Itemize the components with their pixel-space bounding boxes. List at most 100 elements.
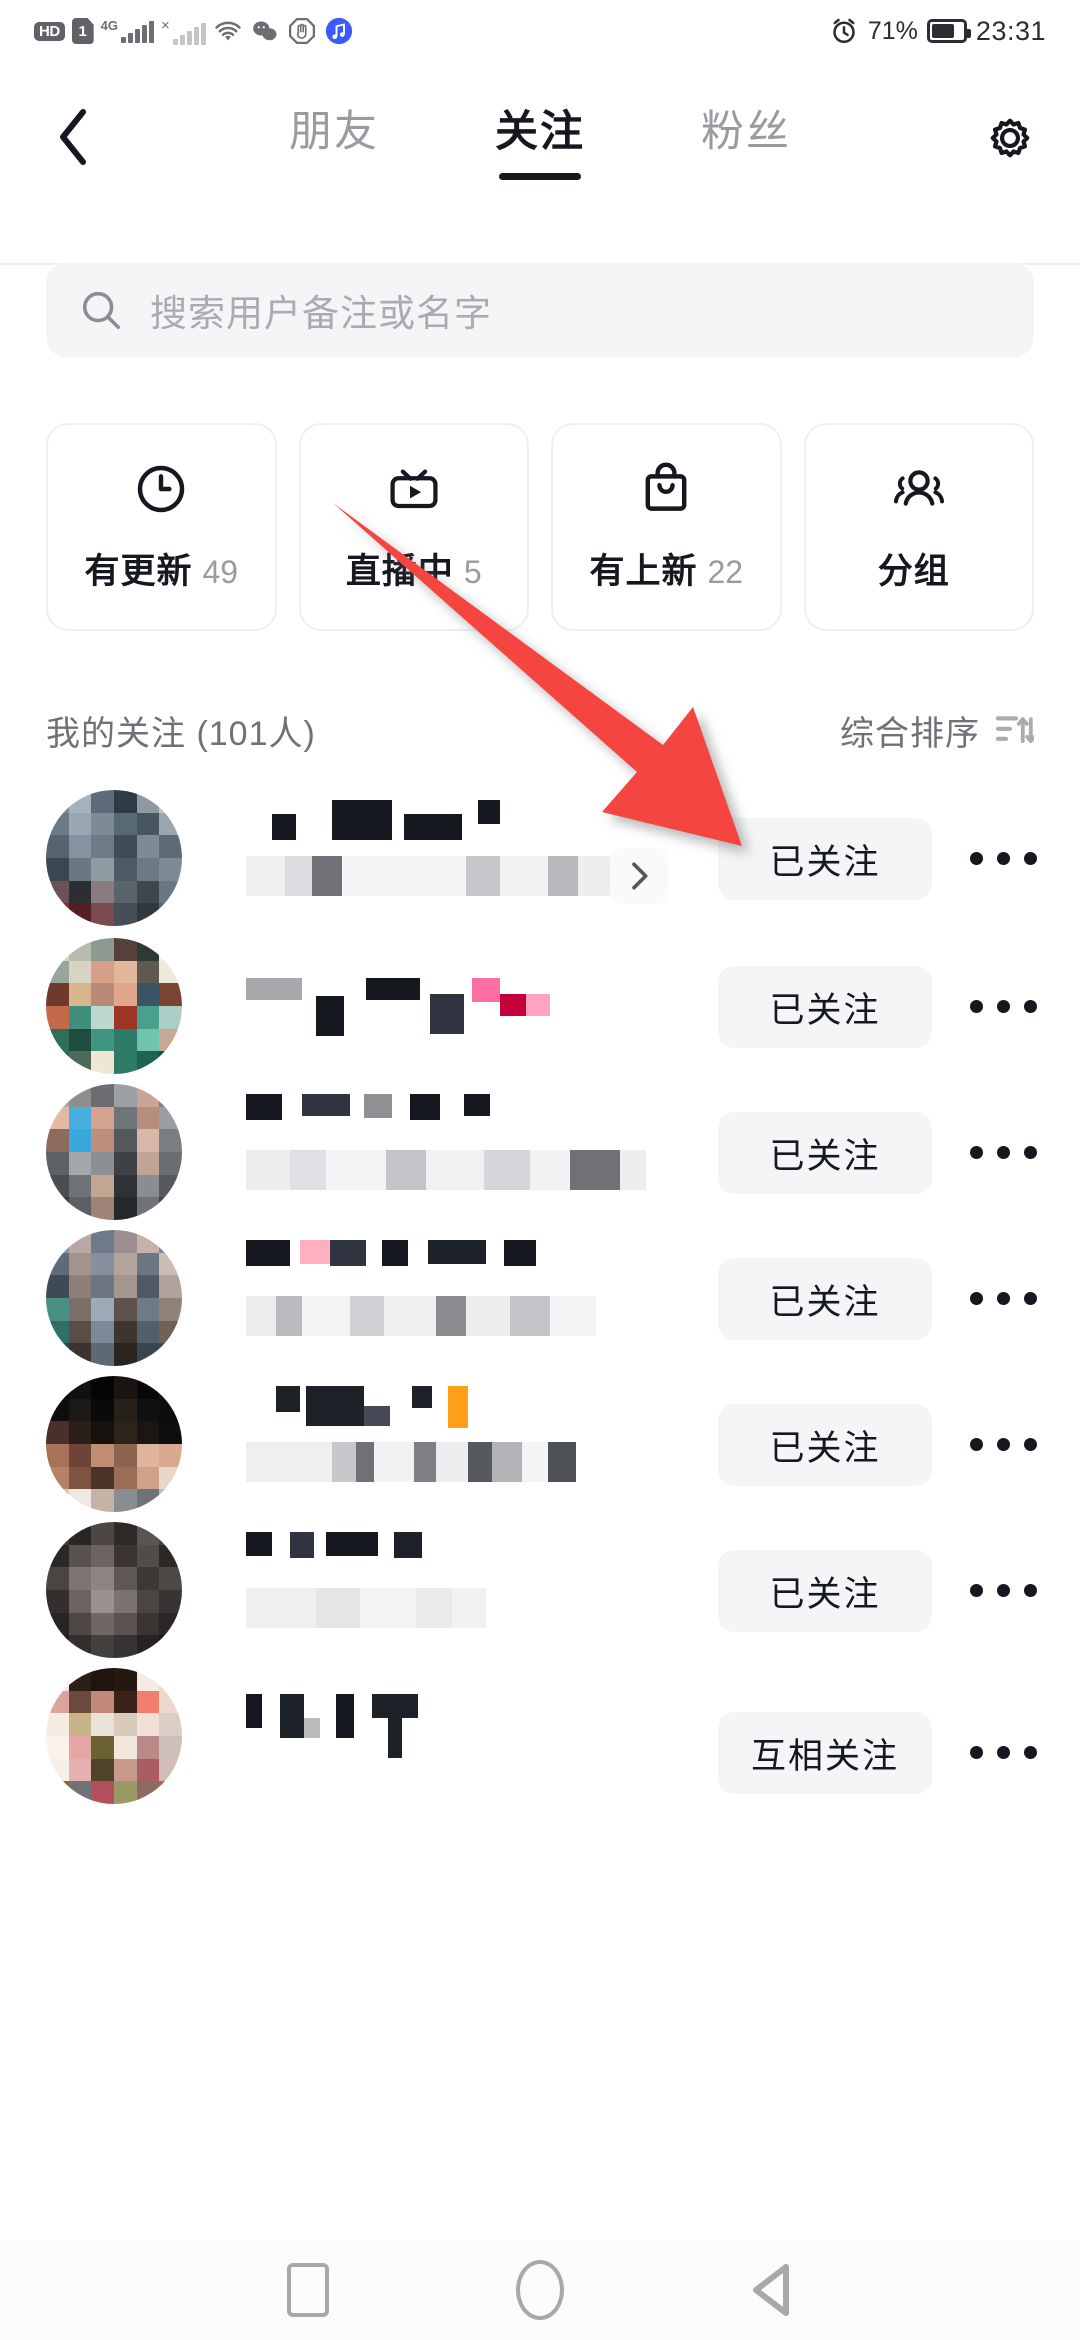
hd-icon: HD (34, 21, 65, 41)
recents-button[interactable] (272, 2254, 344, 2326)
table-row[interactable]: 已关注 (0, 786, 1080, 934)
row-text (246, 1532, 716, 1628)
sim-card-icon: 1 (71, 18, 94, 44)
battery-icon (926, 19, 971, 43)
table-row[interactable]: 已关注 (0, 1080, 1080, 1226)
username-redacted (246, 1386, 716, 1428)
status-bar-right: 71% 23:31 (829, 16, 1046, 47)
row-subtitle-redacted (246, 1296, 646, 1336)
row-subtitle-redacted (246, 848, 668, 904)
home-button[interactable] (504, 2254, 576, 2326)
status-bar-left: HD 1 4G × (34, 16, 354, 46)
table-row[interactable]: 已关注 (0, 1518, 1080, 1664)
row-text (246, 1094, 716, 1190)
more-dots-icon[interactable] (964, 1570, 1042, 1610)
table-row[interactable]: 互相关注 (0, 1664, 1080, 1810)
search-icon (82, 291, 121, 330)
follow-status-button[interactable]: 已关注 (718, 1258, 932, 1340)
follow-status-button[interactable]: 已关注 (718, 1112, 932, 1194)
page-title: 我的关注 (101人) (46, 714, 316, 753)
settings-button[interactable] (982, 110, 1038, 166)
filter-card-count: 49 (202, 553, 239, 590)
search-placeholder: 搜索用户备注或名字 (150, 293, 492, 334)
filter-card-count: 22 (707, 553, 744, 590)
more-dots-icon[interactable] (964, 1732, 1042, 1772)
follow-status-button[interactable]: 已关注 (718, 1550, 932, 1632)
avatar[interactable] (46, 1668, 182, 1804)
row-text (246, 978, 716, 1036)
live-tv-icon (385, 461, 443, 517)
row-text (246, 1240, 716, 1336)
avatar[interactable] (46, 790, 182, 926)
clock-icon (133, 461, 189, 517)
filter-card-label: 分组 (877, 551, 950, 591)
username-redacted (246, 1694, 716, 1758)
search-input[interactable]: 搜索用户备注或名字 (46, 263, 1034, 357)
phone-screen: HD 1 4G × 71% 23:31 朋友 关注 粉丝 搜索用户备注或名字 有… (0, 0, 1080, 2340)
username-redacted (246, 978, 716, 1036)
tab-bar: 朋友 关注 粉丝 (0, 62, 1080, 202)
recents-square-icon (287, 2263, 329, 2317)
row-subtitle-redacted (246, 1588, 486, 1628)
follow-status-button[interactable]: 互相关注 (718, 1712, 932, 1794)
username-redacted (246, 1532, 716, 1574)
home-circle-icon (516, 2260, 564, 2320)
more-dots-icon[interactable] (964, 986, 1042, 1026)
avatar[interactable] (46, 938, 182, 1074)
battery-percent-label: 71% (867, 16, 918, 45)
username-redacted (246, 800, 716, 842)
username-redacted (246, 1094, 716, 1136)
follow-status-button[interactable]: 已关注 (718, 966, 932, 1048)
avatar[interactable] (46, 1522, 182, 1658)
row-subtitle-redacted (246, 1150, 646, 1190)
filter-card-label: 直播中 (345, 551, 454, 591)
table-row[interactable]: 已关注 (0, 1226, 1080, 1372)
row-subtitle-redacted (246, 1442, 646, 1482)
group-users-icon (888, 461, 950, 517)
more-dots-icon[interactable] (964, 838, 1042, 878)
tab-friends[interactable]: 朋友 (285, 110, 383, 154)
sort-button[interactable]: 综合排序 (840, 706, 1034, 755)
table-row[interactable]: 已关注 (0, 1372, 1080, 1518)
signal-4g-icon: 4G (101, 19, 155, 43)
alarm-clock-icon (833, 18, 855, 43)
filter-card-updates[interactable]: 有更新 49 (46, 423, 277, 631)
follow-status-button[interactable]: 已关注 (718, 1404, 932, 1486)
do-not-disturb-icon (288, 18, 315, 44)
tab-following[interactable]: 关注 (491, 110, 589, 180)
username-redacted (246, 1240, 716, 1282)
section-header: 我的关注 (101人) 综合排序 (46, 700, 1034, 760)
avatar[interactable] (46, 1230, 182, 1366)
filter-card-label: 有更新 (84, 551, 193, 591)
page-header: 朋友 关注 粉丝 (0, 62, 1080, 265)
row-text (246, 1386, 716, 1482)
sort-icon (995, 716, 1034, 744)
active-tab-indicator (499, 172, 581, 180)
row-tag-chevron[interactable] (610, 848, 668, 904)
avatar[interactable] (46, 1084, 182, 1220)
clock-label: 23:31 (975, 15, 1046, 46)
sort-label: 综合排序 (840, 714, 980, 753)
row-text (246, 1694, 716, 1758)
table-row[interactable]: 已关注 (0, 934, 1080, 1080)
filter-card-live[interactable]: 直播中 5 (298, 423, 529, 631)
more-dots-icon[interactable] (964, 1424, 1042, 1464)
filter-card-label: 有上新 (589, 551, 698, 591)
signal-no-service-icon: × (161, 18, 206, 45)
quick-filter-cards: 有更新 49 直播中 5 有上新 22 分组 (46, 423, 1034, 631)
chevron-right-icon (632, 862, 648, 890)
back-triangle-icon (753, 2264, 789, 2316)
following-list[interactable]: 已关注 已关注 已关注 已关注 已关注 已关注 互相关注 (0, 786, 1080, 2240)
filter-card-count: 5 (463, 553, 482, 590)
avatar[interactable] (46, 1376, 182, 1512)
gear-icon (990, 118, 1030, 158)
shopping-bag-icon (640, 461, 692, 517)
tab-fans[interactable]: 粉丝 (697, 110, 795, 154)
filter-card-new-items[interactable]: 有上新 22 (551, 423, 782, 631)
follow-status-button[interactable]: 已关注 (718, 818, 932, 900)
more-dots-icon[interactable] (964, 1278, 1042, 1318)
filter-card-groups[interactable]: 分组 (803, 423, 1034, 631)
status-bar: HD 1 4G × 71% 23:31 (0, 0, 1080, 62)
more-dots-icon[interactable] (964, 1132, 1042, 1172)
back-button-nav[interactable] (736, 2254, 808, 2326)
